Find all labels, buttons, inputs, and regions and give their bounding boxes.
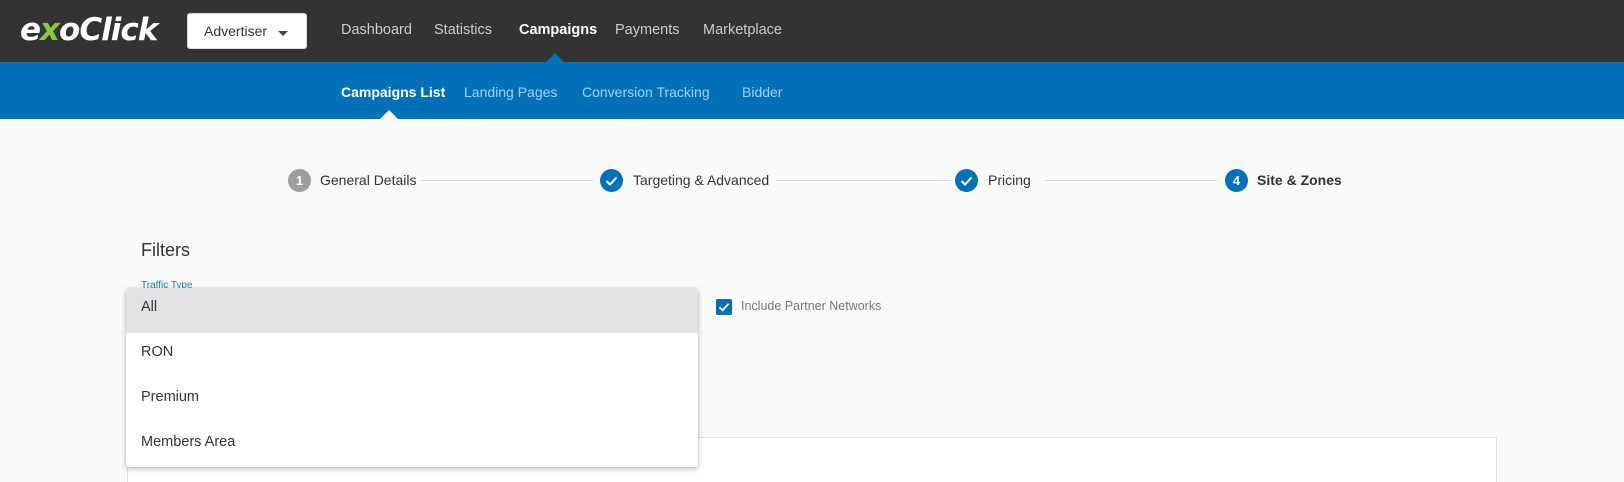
- step-2-check-icon[interactable]: [600, 169, 623, 192]
- subnav-campaigns-list[interactable]: Campaigns List: [341, 84, 445, 100]
- step-connector: [421, 180, 593, 181]
- include-partner-networks-checkbox[interactable]: [716, 299, 732, 315]
- checkmark-icon: [718, 303, 730, 312]
- step-3-check-icon[interactable]: [955, 169, 978, 192]
- caret-down-icon: [278, 31, 288, 36]
- step-3-label[interactable]: Pricing: [988, 172, 1031, 188]
- active-subnav-pointer: [380, 110, 398, 119]
- step-1-number[interactable]: 1: [288, 169, 311, 192]
- logo-text-post: oClick: [59, 12, 158, 48]
- filters-heading: Filters: [141, 240, 190, 260]
- step-4-number[interactable]: 4: [1225, 169, 1248, 192]
- nav-dashboard[interactable]: Dashboard: [341, 22, 412, 38]
- step-connector: [776, 180, 951, 181]
- account-type-label: Advertiser: [204, 23, 268, 39]
- option-premium[interactable]: Premium: [126, 378, 698, 423]
- account-type-dropdown[interactable]: Advertiser: [187, 13, 307, 49]
- active-nav-pointer: [546, 53, 564, 62]
- logo-text-x: x: [40, 12, 60, 48]
- subnav-bidder[interactable]: Bidder: [742, 84, 782, 100]
- nav-statistics[interactable]: Statistics: [434, 22, 492, 38]
- subnav-conversion-tracking[interactable]: Conversion Tracking: [582, 84, 710, 100]
- nav-marketplace[interactable]: Marketplace: [703, 22, 782, 38]
- step-2-label[interactable]: Targeting & Advanced: [633, 172, 769, 188]
- include-partner-networks-label[interactable]: Include Partner Networks: [741, 299, 881, 313]
- logo-text-pre: e: [20, 12, 41, 48]
- sub-nav-bar: Campaigns List Landing Pages Conversion …: [0, 62, 1624, 119]
- traffic-type-dropdown-menu: All RON Premium Members Area: [126, 288, 698, 467]
- subnav-landing-pages[interactable]: Landing Pages: [464, 84, 557, 100]
- nav-payments[interactable]: Payments: [615, 22, 679, 38]
- step-4-label[interactable]: Site & Zones: [1257, 172, 1342, 188]
- option-ron[interactable]: RON: [126, 333, 698, 378]
- nav-campaigns[interactable]: Campaigns: [519, 22, 597, 38]
- option-all[interactable]: All: [126, 288, 698, 333]
- step-1-label[interactable]: General Details: [320, 172, 417, 188]
- step-connector: [1045, 180, 1217, 181]
- exoclick-logo[interactable]: exoClick: [20, 12, 158, 48]
- option-members-area[interactable]: Members Area: [126, 423, 698, 467]
- top-bar: exoClick Advertiser Dashboard Statistics…: [0, 0, 1624, 62]
